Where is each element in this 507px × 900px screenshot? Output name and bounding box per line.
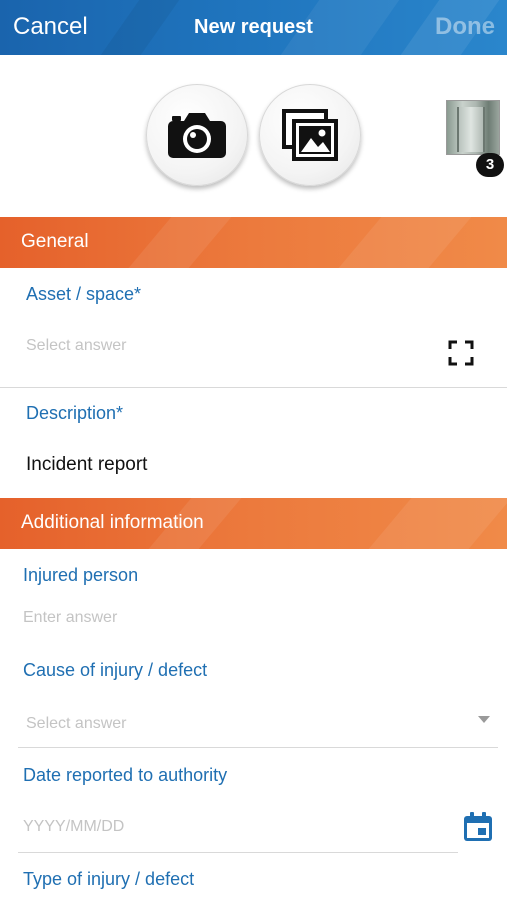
injured-person-field-label: Injured person [23, 565, 139, 585]
injury-type-field-label: Type of injury / defect [23, 869, 195, 889]
photo-gallery-icon [282, 109, 338, 161]
asset-field-label: Asset / space* [26, 284, 142, 304]
cause-field-label: Cause of injury / defect [23, 660, 208, 680]
description-input[interactable]: Incident report [26, 454, 147, 476]
header-decoration [128, 217, 232, 268]
scan-icon[interactable] [448, 340, 474, 366]
camera-icon [168, 113, 226, 158]
top-navigation-bar: Cancel New request Done [0, 0, 507, 55]
attachment-thumbnail[interactable] [446, 100, 500, 155]
description-field-label: Description* [26, 403, 124, 423]
elevator-door-image [457, 107, 485, 152]
dropdown-arrow-icon[interactable] [477, 714, 491, 724]
divider [18, 747, 498, 748]
asset-select-field[interactable]: Select answer [26, 337, 127, 355]
photo-gallery-button[interactable] [259, 84, 361, 186]
cause-select-field[interactable]: Select answer [26, 715, 127, 733]
page-title: New request [194, 16, 313, 38]
date-reported-field-label: Date reported to authority [23, 765, 228, 785]
section-header-additional-information: Additional information [0, 498, 507, 549]
section-header-general: General [0, 217, 507, 268]
section-title: General [21, 231, 89, 252]
media-attachment-area [0, 55, 507, 217]
date-reported-input[interactable]: YYYY/MM/DD [23, 818, 124, 836]
attachment-count-badge: 3 [476, 153, 504, 177]
camera-button[interactable] [146, 84, 248, 186]
header-decoration [368, 498, 507, 549]
divider [18, 852, 458, 853]
section-title: Additional information [21, 512, 204, 533]
calendar-icon[interactable] [462, 811, 494, 843]
divider [0, 387, 507, 388]
header-decoration [338, 217, 472, 268]
injured-person-input[interactable]: Enter answer [23, 609, 117, 627]
done-button[interactable]: Done [435, 13, 495, 41]
